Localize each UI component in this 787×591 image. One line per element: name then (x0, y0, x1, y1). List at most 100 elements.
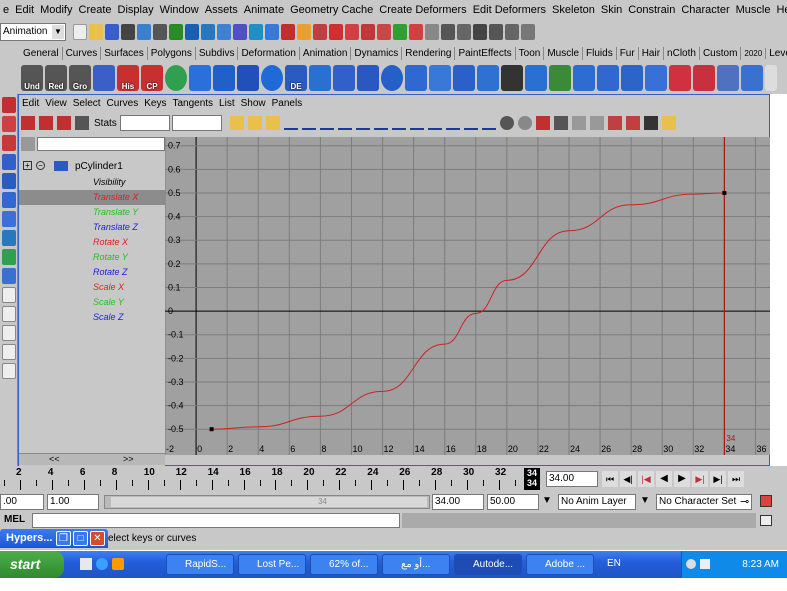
ipr-render-icon[interactable] (441, 24, 455, 40)
snap-grid-icon[interactable] (313, 24, 327, 40)
isolate-curve-icon[interactable] (571, 116, 586, 130)
shelf-tab-animation[interactable]: Animation (300, 46, 352, 60)
menu-create-deformers[interactable]: Create Deformers (376, 4, 469, 16)
shelf-de-button[interactable]: DE (285, 65, 307, 91)
step-back-frame-icon[interactable]: |◀ (638, 471, 654, 487)
mask-surface-icon[interactable] (217, 24, 231, 40)
lock-icon[interactable] (297, 24, 311, 40)
shelf-tab-dynamics[interactable]: Dynamics (351, 46, 403, 60)
shelf-sphere-icon[interactable] (261, 65, 283, 91)
shelf-lattice-icon[interactable] (597, 65, 619, 91)
shelf-history-button[interactable]: His (117, 65, 139, 91)
channel-box-icon[interactable] (521, 24, 535, 40)
maximize-button[interactable]: □ (73, 531, 88, 546)
select-object-icon[interactable] (137, 24, 151, 40)
render-settings-icon[interactable] (457, 24, 471, 40)
layout-outliner-icon[interactable] (2, 344, 16, 360)
show-manip-icon[interactable] (2, 249, 16, 265)
anim-layer-dropdown-icon[interactable]: ▼ (542, 495, 552, 506)
preferences-icon[interactable] (760, 495, 772, 507)
menu-animate[interactable]: Animate (241, 4, 287, 16)
snap-view-icon[interactable] (361, 24, 375, 40)
menu-file[interactable]: e (0, 4, 12, 16)
shelf-tab-subdivs[interactable]: Subdivs (196, 46, 239, 60)
ge-menu-select[interactable]: Select (70, 98, 104, 109)
shelf-split-icon[interactable] (525, 65, 547, 91)
taskbar-task-arabic[interactable]: أو مع... (382, 554, 450, 575)
play-backward-icon[interactable]: ◀ (656, 471, 672, 487)
outliner-filter-icon[interactable] (21, 137, 35, 151)
cycle-icon[interactable] (499, 116, 514, 130)
shelf-tab-fur[interactable]: Fur (617, 46, 639, 60)
paint-select-icon[interactable] (2, 135, 16, 151)
shelf-tab-2020[interactable]: 2020 (741, 47, 767, 59)
open-scene-icon[interactable] (89, 24, 103, 40)
shelf-checker-icon[interactable] (309, 65, 331, 91)
frame-playback-icon[interactable] (265, 116, 280, 130)
lock-tangent-icon[interactable] (481, 116, 496, 130)
current-frame-marker[interactable]: 34 34 (524, 468, 540, 490)
menu-skin[interactable]: Skin (598, 4, 625, 16)
quicklaunch-ie-icon[interactable] (96, 558, 108, 570)
channel-translate-z[interactable]: Translate Z (19, 220, 165, 235)
playback-end-field[interactable]: 34.00 (432, 494, 484, 510)
shelf-tab-painteffects[interactable]: PaintEffects (455, 46, 516, 60)
taskbar-task-adobe[interactable]: Adobe ... (526, 554, 594, 575)
snap-live-icon[interactable] (377, 24, 391, 40)
start-button[interactable]: start (0, 551, 64, 578)
step-tangent-icon[interactable] (355, 116, 370, 130)
history-icon[interactable] (393, 24, 407, 40)
denormalize-icon[interactable] (553, 116, 568, 130)
shelf-color-balls-icon[interactable] (165, 65, 187, 91)
scroll-left-button[interactable]: << (49, 454, 60, 464)
scroll-right-button[interactable]: >> (123, 454, 134, 464)
dope-sheet-icon[interactable] (607, 116, 622, 130)
tool-settings-icon[interactable] (505, 24, 519, 40)
ge-menu-show[interactable]: Show (238, 98, 269, 109)
menu-character[interactable]: Character (678, 4, 732, 16)
stats-frame-field[interactable] (119, 115, 170, 131)
shelf-move-icon[interactable] (429, 65, 451, 91)
shelf-sculpt-icon[interactable] (405, 65, 427, 91)
linear-tangent-icon[interactable] (319, 116, 334, 130)
tray-clock[interactable]: 8:23 AM (742, 559, 779, 570)
add-key-icon[interactable] (57, 116, 71, 130)
scale-tool-icon[interactable] (2, 192, 16, 208)
step-back-key-icon[interactable]: ◀| (620, 471, 636, 487)
swap-buffer-icon[interactable] (409, 116, 424, 130)
shelf-cluster-icon[interactable] (669, 65, 691, 91)
channel-rotate-y[interactable]: Rotate Y (19, 250, 165, 265)
frame-selection-icon[interactable] (247, 116, 262, 130)
render-frame-icon[interactable] (425, 24, 439, 40)
menu-skeleton[interactable]: Skeleton (549, 4, 598, 16)
menu-modify[interactable]: Modify (37, 4, 75, 16)
shelf-tab-custom[interactable]: Custom (700, 46, 742, 60)
shelf-nurbs-icon[interactable] (717, 65, 739, 91)
move-tool-icon[interactable] (2, 154, 16, 170)
character-set-dropdown-icon[interactable]: ▼ (640, 495, 650, 506)
quicklaunch-media-icon[interactable] (112, 558, 124, 570)
script-editor-icon[interactable] (760, 515, 772, 526)
shelf-tab-toon[interactable]: Toon (516, 46, 545, 60)
shelf-cp-button[interactable]: CP (141, 65, 163, 91)
quicklaunch-desktop-icon[interactable] (80, 558, 92, 570)
insert-key-icon[interactable] (39, 116, 53, 130)
menu-edit-deformers[interactable]: Edit Deformers (470, 4, 549, 16)
current-time-field[interactable]: 34.00 (546, 471, 598, 487)
channel-translate-y[interactable]: Translate Y (19, 205, 165, 220)
channel-icon[interactable] (661, 116, 676, 130)
shelf-paint-icon[interactable] (477, 65, 499, 91)
range-slider[interactable]: 34 (104, 495, 430, 509)
input-ops-icon[interactable] (409, 24, 423, 40)
language-indicator[interactable]: EN (607, 558, 621, 569)
free-tangent-icon[interactable] (463, 116, 478, 130)
break-tangents-icon[interactable] (427, 116, 442, 130)
menu-constrain[interactable]: Constrain (625, 4, 678, 16)
auto-key-icon[interactable]: ⊸ (740, 495, 749, 508)
outliner-scrollbar[interactable]: << >> (19, 453, 165, 465)
shelf-mesh-icon[interactable] (621, 65, 643, 91)
collapse-icon[interactable]: − (36, 161, 45, 170)
manipulator-icon[interactable] (2, 211, 16, 227)
mask-misc-icon[interactable] (281, 24, 295, 40)
flat-tangent-icon[interactable] (337, 116, 352, 130)
